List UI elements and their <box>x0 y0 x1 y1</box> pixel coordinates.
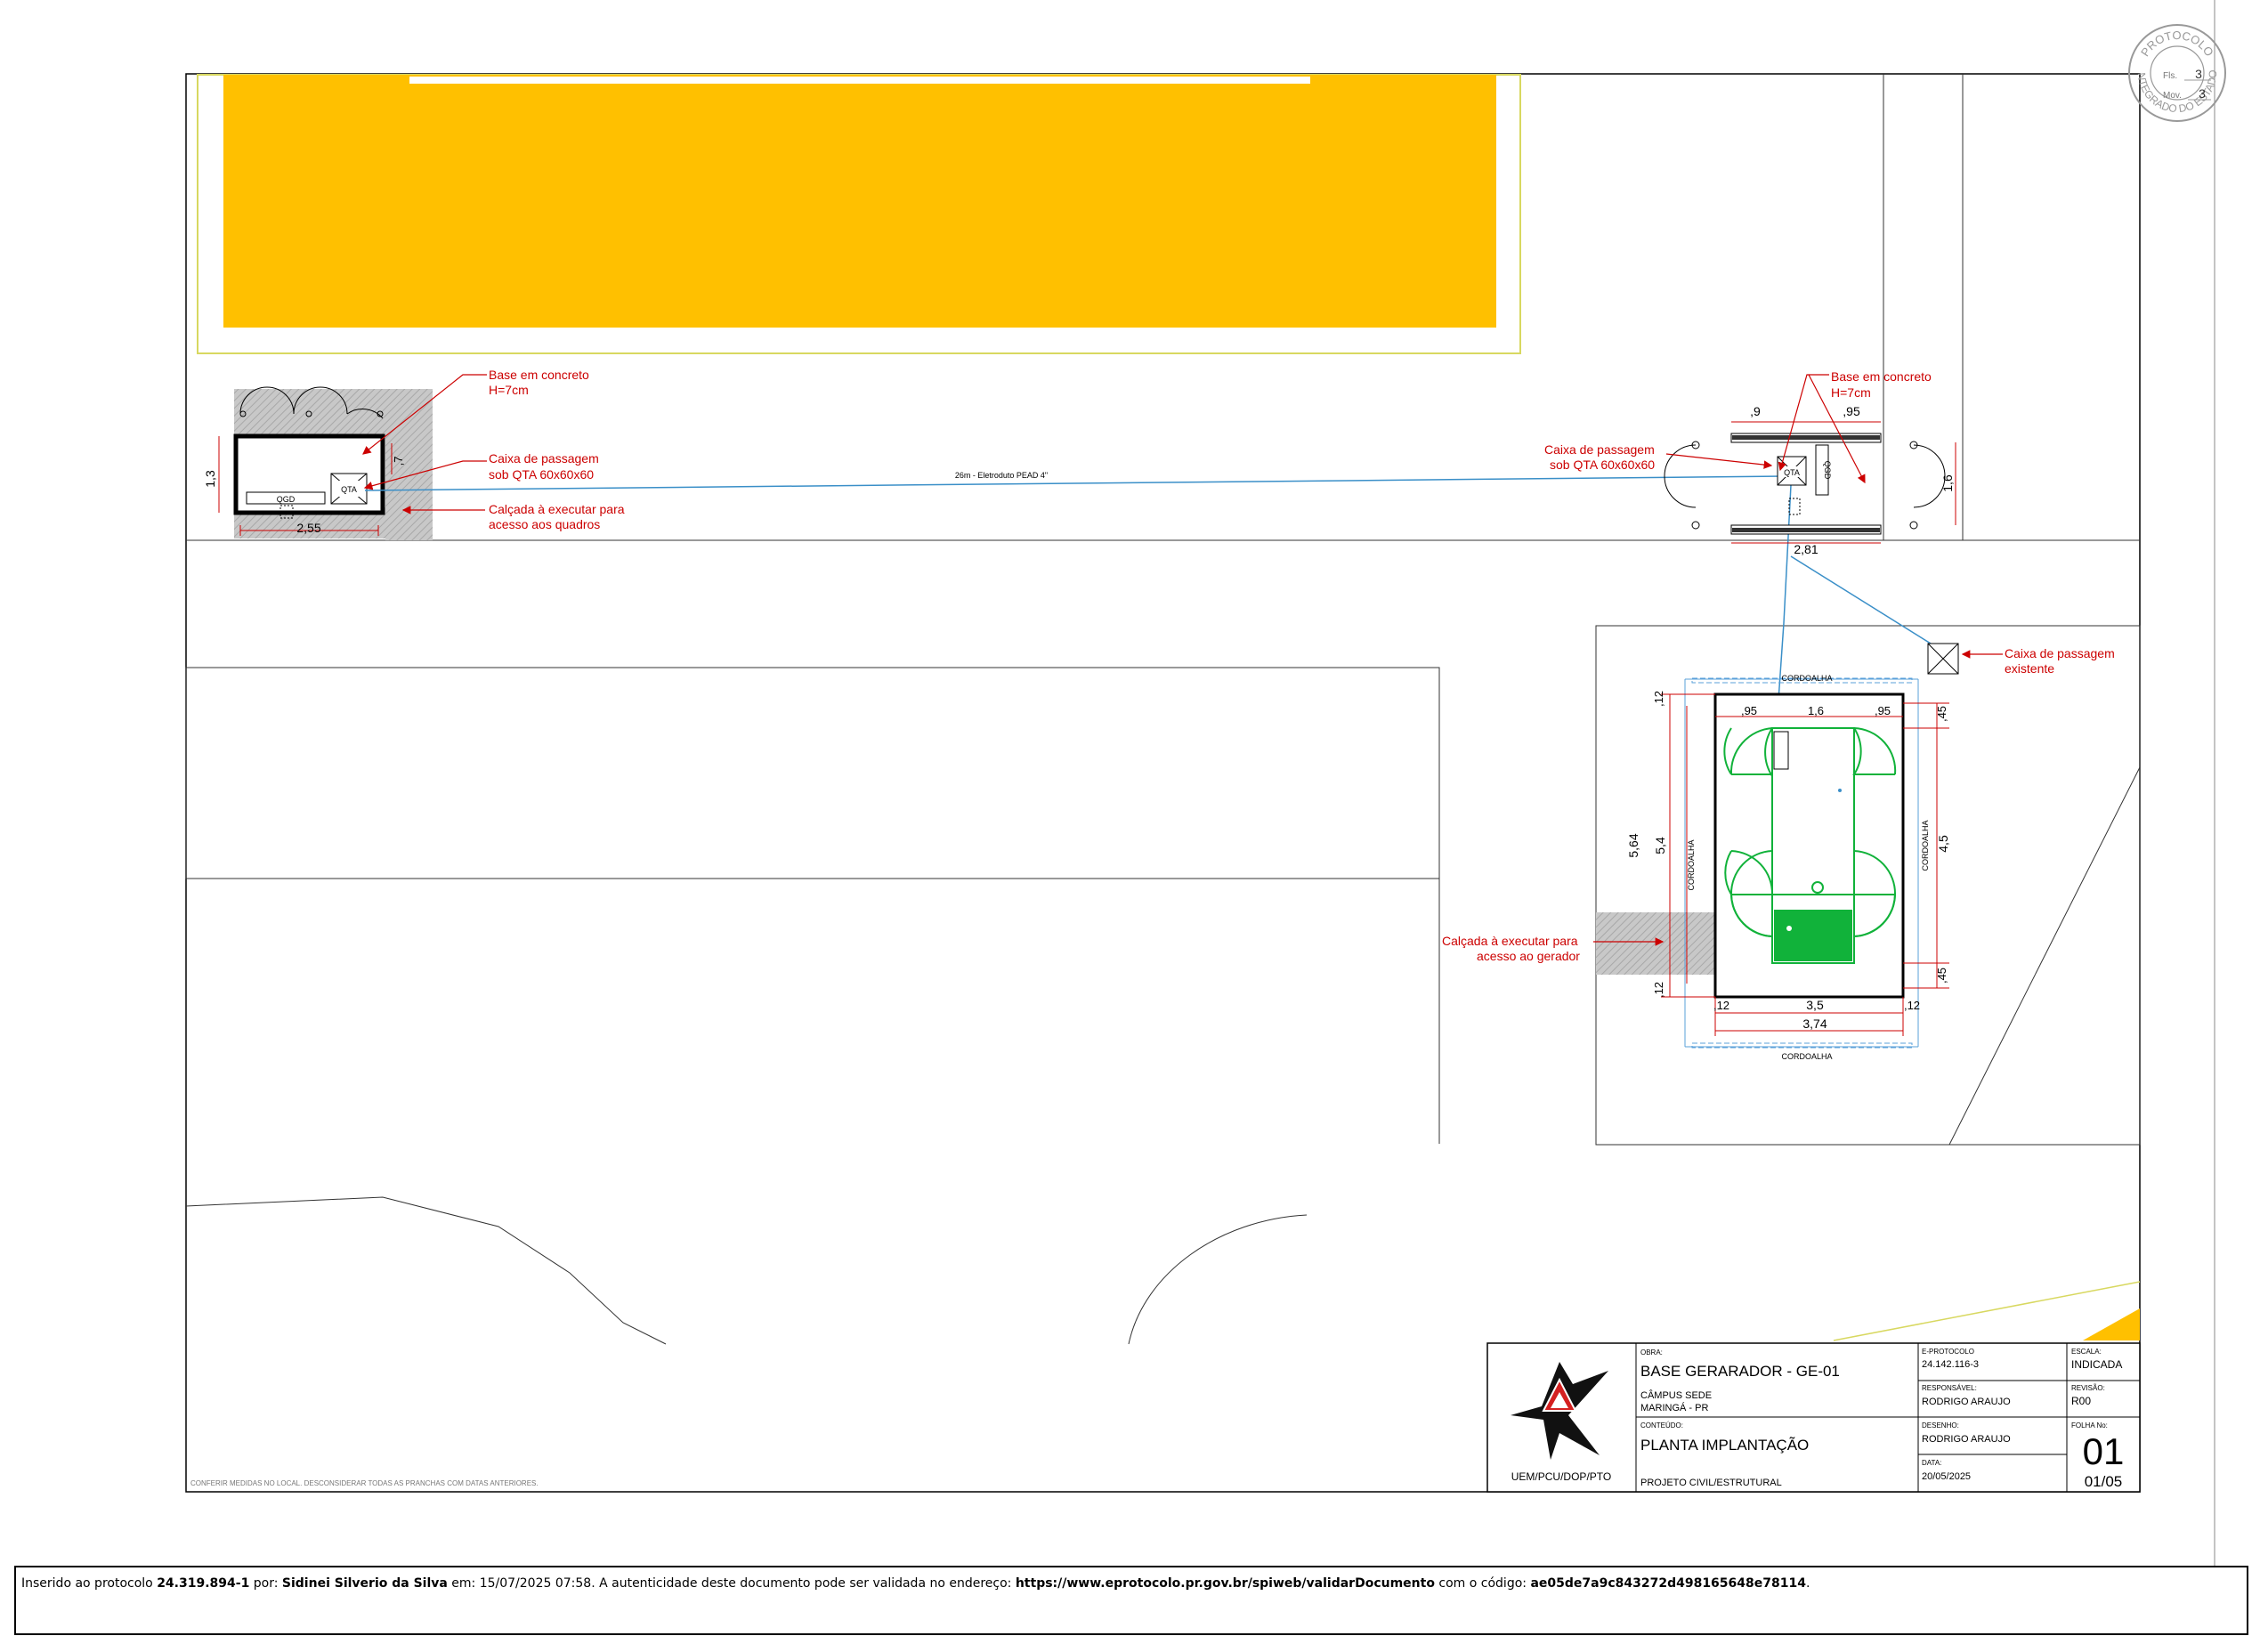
footer-text-4: com o código: <box>1434 1576 1531 1591</box>
title-obra-label: OBRA: <box>1640 1348 1663 1357</box>
title-escala-label: ESCALA: <box>2071 1348 2102 1356</box>
generator-fill <box>1774 910 1852 961</box>
note-caixa-right-l2: sob QTA 60x60x60 <box>1550 458 1655 472</box>
title-conteudo: PLANTA IMPLANTAÇÃO <box>1640 1437 1809 1454</box>
gen-left-12-top: ,12 <box>1652 691 1665 707</box>
cordoalha-right: CORDOALHA <box>1921 820 1930 871</box>
title-eprotocolo-label: E-PROTOCOLO <box>1922 1348 1974 1356</box>
right-height-dim: 1,6 <box>1940 474 1955 492</box>
stamp-mov-value: 3 <box>2199 86 2206 101</box>
right-qgd-label: QGD <box>1823 461 1832 480</box>
cordoalha-bottom: CORDOALHA <box>1781 1052 1832 1061</box>
gen-bottom-12-l: ,12 <box>1713 999 1729 1012</box>
note-base-right-l1: Base em concreto <box>1831 369 1932 384</box>
gen-top-dim-b: 1,6 <box>1808 704 1824 717</box>
right-width-dim: 2,81 <box>1794 542 1818 556</box>
title-folha-label: FOLHA No: <box>2071 1421 2108 1429</box>
note-calcada-left-l2: acesso aos quadros <box>489 517 600 531</box>
title-responsavel-label: RESPONSÁVEL: <box>1922 1384 1977 1392</box>
note-base-left-l2: H=7cm <box>489 383 529 397</box>
left-height-dim: 1,3 <box>203 470 217 488</box>
note-caixa-right-l1: Caixa de passagem <box>1544 442 1655 457</box>
title-project-type: PROJETO CIVIL/ESTRUTURAL <box>1640 1478 1782 1488</box>
title-obra: BASE GERARADOR - GE-01 <box>1640 1363 1840 1380</box>
cordoalha-top: CORDOALHA <box>1781 674 1832 683</box>
note-calcada-left-l1: Calçada à executar para <box>489 502 625 516</box>
gen-top-dim-a: ,95 <box>1741 704 1757 717</box>
cordoalha-left: CORDOALHA <box>1687 839 1696 890</box>
gen-left-12-bot: ,12 <box>1652 982 1665 998</box>
left-width-dim: 2,55 <box>296 521 320 535</box>
footer-text-3: em: 15/07/2025 07:58. A autenticidade de… <box>447 1576 1016 1591</box>
note-calcada-right-l2: acesso ao gerador <box>1477 949 1580 963</box>
note-base-right-l2: H=7cm <box>1831 385 1871 400</box>
gen-left-total-dim: 5,64 <box>1626 833 1640 857</box>
left-qta-label: QTA <box>341 485 357 494</box>
conduit-label: 26m - Eletroduto PEAD 4" <box>955 471 1048 480</box>
note-base-left-l1: Base em concreto <box>489 368 589 382</box>
gen-right-45-bot: ,45 <box>1935 968 1948 984</box>
stamp-mov-label: Mov. <box>2163 91 2182 101</box>
title-folha: 01 <box>2083 1430 2125 1472</box>
site-plan-drawing: QGD QTA 2,55 1,3 ,7 26m - Eletroduto PEA… <box>0 0 2226 1567</box>
gen-right-45-dim: 4,5 <box>1936 835 1950 853</box>
note-caixa-left-l2: sob QTA 60x60x60 <box>489 467 594 482</box>
title-responsavel: RODRIGO ARAUJO <box>1922 1397 2011 1407</box>
right-top-dim-b: ,95 <box>1843 404 1860 418</box>
title-desenho: RODRIGO ARAUJO <box>1922 1434 2011 1445</box>
existing-building <box>197 74 1521 354</box>
title-data-label: DATA: <box>1922 1459 1941 1467</box>
left-small-dim: ,7 <box>392 457 405 466</box>
title-block-accent <box>1833 1281 2141 1341</box>
title-city: MARINGÁ - PR <box>1640 1402 1708 1413</box>
generator-base: CORDOALHA CORDOALHA CORDOALHA CORDOALHA … <box>1596 674 1950 1061</box>
existing-junction-box <box>1927 643 1959 675</box>
footer-protocol: 24.319.894-1 <box>157 1576 250 1591</box>
title-escala: INDICADA <box>2071 1358 2122 1371</box>
note-caixa-exist-l1: Caixa de passagem <box>2005 646 2115 660</box>
title-org: UEM/PCU/DOP/PTO <box>1511 1470 1611 1483</box>
footer-text-1: Inserido ao protocolo <box>21 1576 158 1591</box>
footer-author: Sidinei Silverio da Silva <box>281 1576 448 1591</box>
stamp-fls-label: Fls. <box>2163 71 2177 81</box>
footer-text-2: por: <box>249 1576 282 1591</box>
gen-bottom-12-r: ,12 <box>1904 999 1920 1012</box>
left-qgd-label: QGD <box>277 495 296 504</box>
footer-text-5: . <box>1805 1576 1810 1591</box>
footer-code: ae05de7a9c843272d498165648e78114 <box>1530 1576 1806 1591</box>
title-desenho-label: DESENHO: <box>1922 1421 1959 1429</box>
right-top-dim-a: ,9 <box>1750 404 1761 418</box>
gen-bottom-total-dim: 3,74 <box>1802 1016 1827 1031</box>
title-block: UEM/PCU/DOP/PTO OBRA: BASE GERARADOR - G… <box>1486 1342 2141 1493</box>
footer-url[interactable]: https://www.eprotocolo.pr.gov.br/spiweb/… <box>1016 1576 1435 1591</box>
note-caixa-left-l1: Caixa de passagem <box>489 451 599 466</box>
title-revisao: R00 <box>2071 1395 2091 1407</box>
note-caixa-exist-l2: existente <box>2005 661 2054 676</box>
title-eprotocolo: 24.142.116-3 <box>1922 1359 1979 1370</box>
right-qta-label: QTA <box>1784 468 1800 477</box>
title-revisao-label: REVISÃO: <box>2071 1384 2105 1392</box>
gen-right-45-top: ,45 <box>1935 706 1948 722</box>
title-conteudo-label: CONTEÚDO: <box>1640 1421 1683 1429</box>
title-campus: CÂMPUS SEDE <box>1640 1389 1712 1401</box>
right-concrete-base: QTA QGD ,9 ,95 2,81 1,6 <box>1664 404 1956 556</box>
left-concrete-base: QGD QTA 2,55 1,3 ,7 <box>203 386 433 540</box>
stamp-fls-value: 3 <box>2195 67 2202 81</box>
validation-footer: Inserido ao protocolo 24.319.894-1 por: … <box>14 1566 2248 1635</box>
title-folha-total: 01/05 <box>2085 1473 2123 1490</box>
gen-top-dim-c: ,95 <box>1875 704 1891 717</box>
gen-left-inner-dim: 5,4 <box>1653 837 1667 854</box>
title-data: 20/05/2025 <box>1922 1471 1971 1482</box>
note-calcada-right-l1: Calçada à executar para <box>1442 934 1578 948</box>
general-note: CONFERIR MEDIDAS NO LOCAL. DESCONSIDERAR… <box>190 1479 539 1487</box>
gen-bottom-inner-dim: 3,5 <box>1806 998 1824 1012</box>
